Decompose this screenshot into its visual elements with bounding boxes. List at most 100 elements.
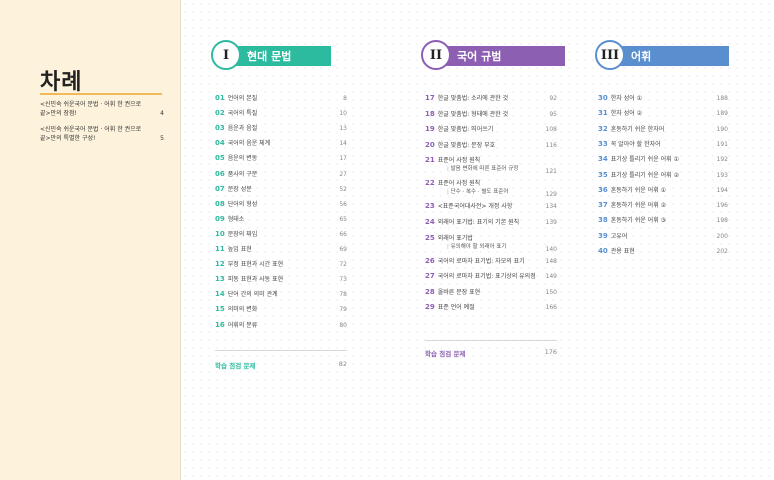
entry-page: 95 (549, 110, 557, 118)
toc-entry[interactable]: 34 표기상 틀리기 쉬운 어휘 ① 192 (598, 155, 728, 164)
entry-page: 166 (545, 304, 557, 312)
toc-entry[interactable]: 04 국어의 음운 체계 14 (215, 139, 347, 148)
toc-entry[interactable]: 27 국어의 로마자 표기법: 표기상의 유의점 149 (425, 272, 557, 281)
toc-entry[interactable]: 17 한글 맞춤법: 소리에 관한 것 92 (425, 94, 557, 103)
entry-page: 65 (339, 215, 347, 223)
entry-page: 27 (339, 170, 347, 178)
toc-entry[interactable]: 02 국어의 특질 10 (215, 109, 347, 118)
toc-entry[interactable]: 23 <표준국어대사전> 개정 사항 134 (425, 202, 557, 211)
entry-page: 193 (716, 171, 728, 179)
review-link[interactable]: 학습 점검 문제 82 (215, 360, 347, 370)
entry-number: 04 (215, 139, 225, 148)
toc-entry[interactable]: 33 꼭 알아야 할 한자어 191 (598, 140, 728, 149)
entry-number: 37 (598, 201, 608, 210)
entry-page: 148 (545, 257, 557, 265)
toc-entry[interactable]: 06 품사의 구분 27 (215, 170, 347, 179)
toc-main: I 현대 문법 01 언어의 본질 8 02 국어의 특질 10 03 음운과 음절 13 04 국… (181, 0, 774, 480)
entry-page: 108 (545, 126, 557, 134)
toc-entry[interactable]: 09 형태소 65 (215, 215, 347, 224)
entry-page: 129 (545, 191, 557, 199)
entry-page: 80 (339, 321, 347, 329)
entry-number: 28 (425, 287, 435, 296)
toc-entry[interactable]: 38 혼동하기 쉬운 어휘 ③ 198 (598, 216, 728, 225)
toc-entry[interactable]: 25외래어 표기법 140유의해야 할 외래어 표기 (425, 234, 557, 253)
toc-entry[interactable]: 03 음운과 음절 13 (215, 124, 347, 133)
toc-entry[interactable]: 26 국어의 로마자 표기법: 자모의 표기 148 (425, 257, 557, 266)
toc-entry[interactable]: 11 높임 표현 69 (215, 245, 347, 254)
entry-number: 40 (598, 247, 608, 255)
toc-entry[interactable]: 35 표기상 틀리기 쉬운 어휘 ② 193 (598, 171, 728, 180)
toc-entry[interactable]: 19 한글 맞춤법: 띄어쓰기 108 (425, 125, 557, 134)
toc-entry[interactable]: 30 한자 성어 ① 188 (598, 94, 728, 103)
entry-title: 혼동하기 쉬운 어휘 ① (610, 186, 667, 194)
toc-entry[interactable]: 07 문장 성분 52 (215, 185, 347, 194)
entry-page: 200 (716, 232, 728, 240)
entry-number: 09 (215, 214, 225, 223)
toc-entry[interactable]: 37 혼동하기 쉬운 어휘 ② 196 (598, 201, 728, 210)
entry-title: 표준어 사정 원칙 (437, 157, 481, 165)
entry-page: 190 (716, 125, 728, 133)
intro-page: 4 (160, 110, 164, 117)
entry-title: 문장 성분 (227, 185, 252, 193)
entry-number: 30 (598, 94, 608, 102)
entry-title: 국어의 로마자 표기법: 자모의 표기 (437, 257, 525, 265)
title-divider (40, 93, 162, 95)
entry-page: 66 (339, 230, 347, 238)
entry-number: 13 (215, 275, 225, 284)
toc-entry[interactable]: 10 문장의 짜임 66 (215, 230, 347, 239)
entry-title: 외래어 표기법: 표기의 기본 원칙 (437, 219, 520, 226)
entry-page: 188 (716, 95, 728, 102)
entry-page: 139 (545, 219, 557, 226)
toc-entry[interactable]: 01 언어의 본질 8 (215, 94, 347, 103)
toc-entry[interactable]: 32 혼동하기 쉬운 한자어 190 (598, 125, 728, 134)
entry-title: 한자 성어 ② (610, 110, 643, 118)
toc-entry[interactable]: 20 한글 맞춤법: 문장 부호 116 (425, 141, 557, 150)
entry-title: 높임 표현 (227, 246, 252, 253)
entry-number: 36 (598, 185, 608, 194)
entry-title: 꼭 알아야 할 한자어 (610, 140, 661, 148)
toc-entry[interactable]: 31 한자 성어 ② 189 (598, 109, 728, 118)
entry-number: 39 (598, 231, 608, 240)
toc-entry[interactable]: 18 한글 맞춤법: 형태에 관한 것 95 (425, 110, 557, 119)
intro-item[interactable]: <신민숙 쉬운국어 문법 · 어휘 한 권으로 끝>만의 장점! 4 (40, 100, 164, 118)
toc-entry[interactable]: 13 피동 표현과 사동 표현 73 (215, 275, 347, 284)
entry-page: 72 (339, 261, 347, 269)
toc-entry[interactable]: 12 부정 표현과 시간 표현 72 (215, 260, 347, 269)
toc-entry[interactable]: 08 단어의 형성 56 (215, 200, 347, 209)
toc-entry[interactable]: 22표준어 사정 원칙 129단수 · 복수 · 별도 표준어 (425, 179, 557, 199)
entry-title: 부정 표현과 시간 표현 (227, 261, 284, 269)
toc-entry[interactable]: 28 올바른 문장 표현 150 (425, 288, 557, 297)
entry-page: 149 (545, 273, 557, 281)
toc-entry[interactable]: 05 음운의 변동 17 (215, 154, 347, 163)
entry-number: 35 (598, 170, 608, 179)
toc-entry[interactable]: 24 외래어 표기법: 표기의 기본 원칙 139 (425, 218, 557, 227)
entry-subtitle: 단수 · 복수 · 별도 표준어 (425, 188, 557, 197)
entry-subtitle: 발음 변화에 따른 표준어 규정 (425, 165, 557, 174)
entry-title: 표기상 틀리기 쉬운 어휘 ① (610, 156, 679, 164)
toc-entry[interactable]: 40 관용 표현 202 (598, 247, 728, 256)
entry-page: 140 (545, 245, 557, 253)
entry-subtitle: 유의해야 할 외래어 표기 (425, 243, 557, 252)
toc-entry[interactable]: 39 고유어 200 (598, 232, 728, 241)
toc-entry[interactable]: 15 의미의 변화 79 (215, 305, 347, 314)
entry-page: 198 (716, 217, 728, 225)
toc-entry[interactable]: 36 혼동하기 쉬운 어휘 ① 194 (598, 186, 728, 195)
section-numeral: I (211, 40, 241, 70)
toc-entry[interactable]: 21표준어 사정 원칙 121발음 변화에 따른 표준어 규정 (425, 156, 557, 176)
entry-number: 31 (598, 109, 608, 118)
entry-number: 22 (425, 179, 435, 188)
section-title: 어휘 (615, 46, 729, 66)
toc-entry[interactable]: 14 단어 간의 의미 관계 78 (215, 290, 347, 299)
entry-page: 8 (343, 95, 347, 102)
entry-page: 121 (545, 168, 557, 176)
toc-entry[interactable]: 29 표준 언어 예절 166 (425, 303, 557, 312)
toc-entry[interactable]: 16 어휘의 분류 80 (215, 321, 347, 330)
entry-number: 17 (425, 94, 435, 102)
intro-item[interactable]: <신민숙 쉬운국어 문법 · 어휘 한 권으로 끝>만의 특별한 구성! 5 (40, 125, 164, 143)
entry-number: 02 (215, 109, 225, 118)
entry-title: 혼동하기 쉬운 어휘 ③ (610, 217, 667, 225)
review-link[interactable]: 학습 점검 문제 176 (425, 348, 557, 358)
review-label: 학습 점검 문제 (215, 362, 256, 370)
section-title: 현대 문법 (231, 46, 331, 66)
entry-number: 08 (215, 199, 225, 208)
